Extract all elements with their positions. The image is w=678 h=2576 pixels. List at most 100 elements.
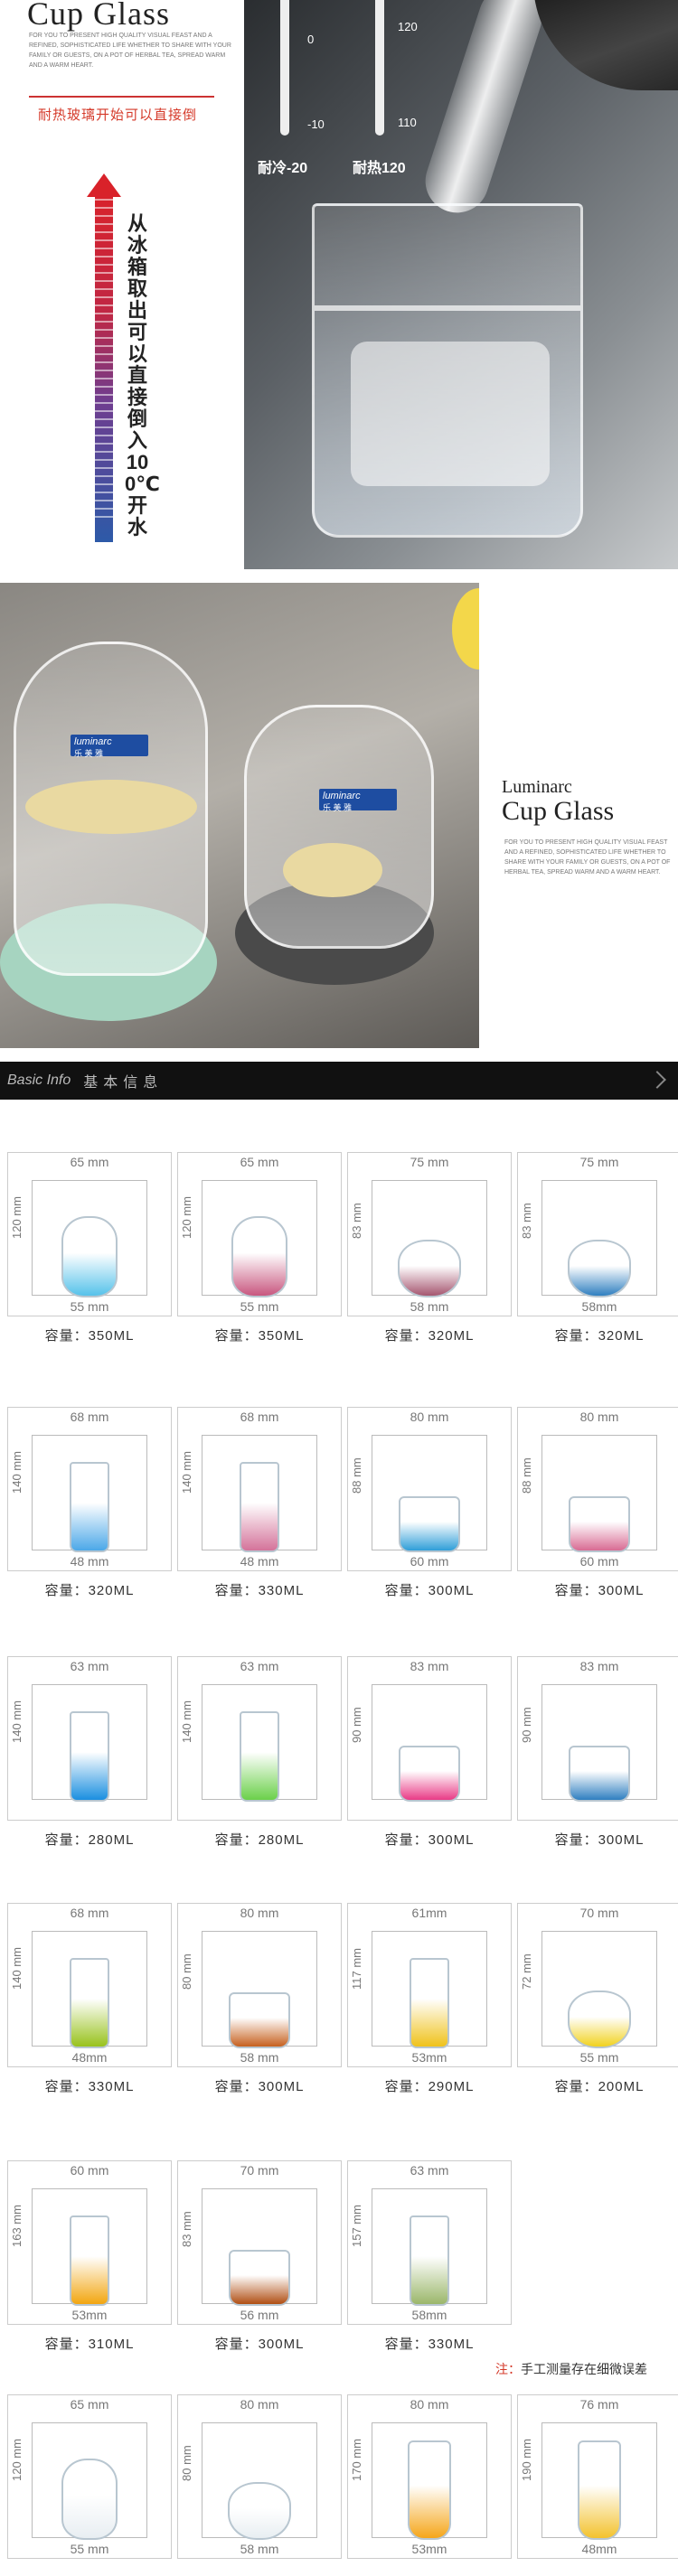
glass-illustration <box>410 1958 449 2048</box>
product-card: 80 mm 88 mm 60 mm <box>347 1407 512 1571</box>
top-diameter: 68 mm <box>70 1410 109 1424</box>
bottom-diameter: 55 mm <box>70 1299 109 1314</box>
glass-illustration <box>578 2440 621 2540</box>
bar-stripe <box>95 402 113 404</box>
product-card: 80 mm 170 mm 53mm <box>347 2394 512 2559</box>
bar-stripe <box>95 361 113 363</box>
top-diameter: 83 mm <box>410 1659 449 1673</box>
chevron-right-icon <box>648 1071 666 1089</box>
bar-stripe <box>95 353 113 355</box>
bottom-diameter: 58 mm <box>240 2050 279 2065</box>
glass-illustration <box>398 1240 461 1297</box>
height-dim: 83 mm <box>520 1203 533 1239</box>
bottom-diameter: 58 mm <box>410 1299 449 1314</box>
height-dim: 80 mm <box>180 2445 193 2481</box>
bar-stripe <box>95 386 113 388</box>
height-dim: 120 mm <box>10 1196 24 1239</box>
product-card: 70 mm 83 mm 56 mm <box>177 2160 342 2325</box>
section-title-en: Basic Info <box>7 1073 71 1088</box>
bar-stripe <box>95 516 113 518</box>
glass-illustration <box>410 2215 449 2306</box>
note-text: 手工测量存在细微误差 <box>521 2362 647 2376</box>
top-diameter: 75 mm <box>410 1155 449 1169</box>
capacity-label: 容量：320ML <box>384 1328 475 1344</box>
bar-stripe <box>95 272 113 274</box>
thermometer-cold <box>280 0 289 136</box>
bar-stripe <box>95 443 113 445</box>
product-card: 65 mm 120 mm 55 mm <box>7 2394 172 2559</box>
product-card: 60 mm 163 mm 53mm <box>7 2160 172 2325</box>
chrysanthemum-tea <box>25 780 197 834</box>
top-diameter: 80 mm <box>240 1906 279 1920</box>
bottom-diameter: 56 mm <box>240 2308 279 2322</box>
capacity-label: 容量：320ML <box>44 1583 135 1598</box>
hero2-brand: Luminarc <box>502 777 572 797</box>
bar-stripe <box>95 223 113 225</box>
bar-stripe <box>95 256 113 258</box>
hero2-intro: FOR YOU TO PRESENT HIGH QUALITY VISUAL F… <box>504 839 671 876</box>
thermo-left-caption: 耐冷-20 <box>258 161 308 176</box>
height-dim: 140 mm <box>180 1700 193 1743</box>
measurement-note: 注：手工测量存在细微误差 <box>495 2360 647 2378</box>
tall-glass: luminarc 乐 美 雅 <box>14 642 208 976</box>
height-dim: 140 mm <box>10 1947 24 1990</box>
bar-stripe <box>95 483 113 485</box>
bottom-diameter: 53mm <box>411 2542 447 2556</box>
thermo-right-tick-1: 110 <box>398 116 417 129</box>
ice-cubes <box>351 342 550 486</box>
capacity-label: 容量：300ML <box>214 2079 305 2094</box>
bottom-diameter: 53mm <box>71 2308 108 2322</box>
bottom-diameter: 60 mm <box>579 1554 619 1569</box>
glass-illustration <box>229 1992 290 2048</box>
top-diameter: 68 mm <box>70 1906 109 1920</box>
capacity-label: 容量：280ML <box>44 1832 135 1848</box>
water-stream <box>417 0 551 221</box>
product-card: 65 mm 120 mm 55 mm <box>177 1152 342 1316</box>
bar-stripe <box>95 313 113 314</box>
top-diameter: 76 mm <box>579 2397 619 2412</box>
top-diameter: 65 mm <box>240 1155 279 1169</box>
height-dim: 83 mm <box>180 2211 193 2247</box>
bar-stripe <box>95 370 113 371</box>
glass-illustration <box>70 1958 109 2048</box>
bar-stripe <box>95 418 113 420</box>
hero2-heading: Cup Glass <box>502 796 615 826</box>
glass-illustration <box>61 2459 118 2540</box>
temperature-bar <box>95 190 113 542</box>
height-dim: 170 mm <box>350 2439 363 2481</box>
height-dim: 140 mm <box>10 1700 24 1743</box>
bottom-diameter: 58 mm <box>240 2542 279 2556</box>
brand-badge: luminarc 乐 美 雅 <box>319 789 397 812</box>
hero1-intro: FOR YOU TO PRESENT HIGH QUALITY VISUAL F… <box>29 33 231 69</box>
top-diameter: 80 mm <box>579 1410 619 1424</box>
section-header-basic-info: Basic Info 基本信息 <box>0 1062 678 1100</box>
glass-illustration <box>408 2440 451 2540</box>
thermo-right-tick-0: 120 <box>398 20 418 33</box>
top-diameter: 61mm <box>411 1906 447 1920</box>
product-card: 76 mm 190 mm 48mm <box>517 2394 678 2559</box>
brand-badge-en: luminarc <box>74 736 112 747</box>
bottom-diameter: 53mm <box>411 2050 447 2065</box>
kettle <box>533 0 678 90</box>
bar-stripe <box>95 215 113 217</box>
bar-stripe <box>95 264 113 266</box>
product-card: 83 mm 90 mm <box>517 1656 678 1821</box>
vertical-caption: 从冰箱取出可以直接倒入100℃开水 <box>125 212 160 539</box>
note-mark: 注： <box>495 2362 521 2376</box>
product-card: 65 mm 120 mm 55 mm <box>7 1152 172 1316</box>
capacity-label: 容量：300ML <box>384 1832 475 1848</box>
height-dim: 140 mm <box>180 1451 193 1494</box>
top-diameter: 80 mm <box>240 2397 279 2412</box>
glass-illustration <box>568 1991 631 2048</box>
bottom-diameter: 48 mm <box>240 1554 279 1569</box>
bar-stripe <box>95 435 113 436</box>
bottom-diameter: 55 mm <box>70 2542 109 2556</box>
glass-illustration <box>70 1462 109 1552</box>
height-dim: 190 mm <box>520 2439 533 2481</box>
height-dim: 140 mm <box>10 1451 24 1494</box>
top-diameter: 70 mm <box>240 2163 279 2178</box>
glass-illustration <box>70 1711 109 1802</box>
divider <box>29 96 214 98</box>
bar-stripe <box>95 280 113 282</box>
bar-stripe <box>95 426 113 428</box>
